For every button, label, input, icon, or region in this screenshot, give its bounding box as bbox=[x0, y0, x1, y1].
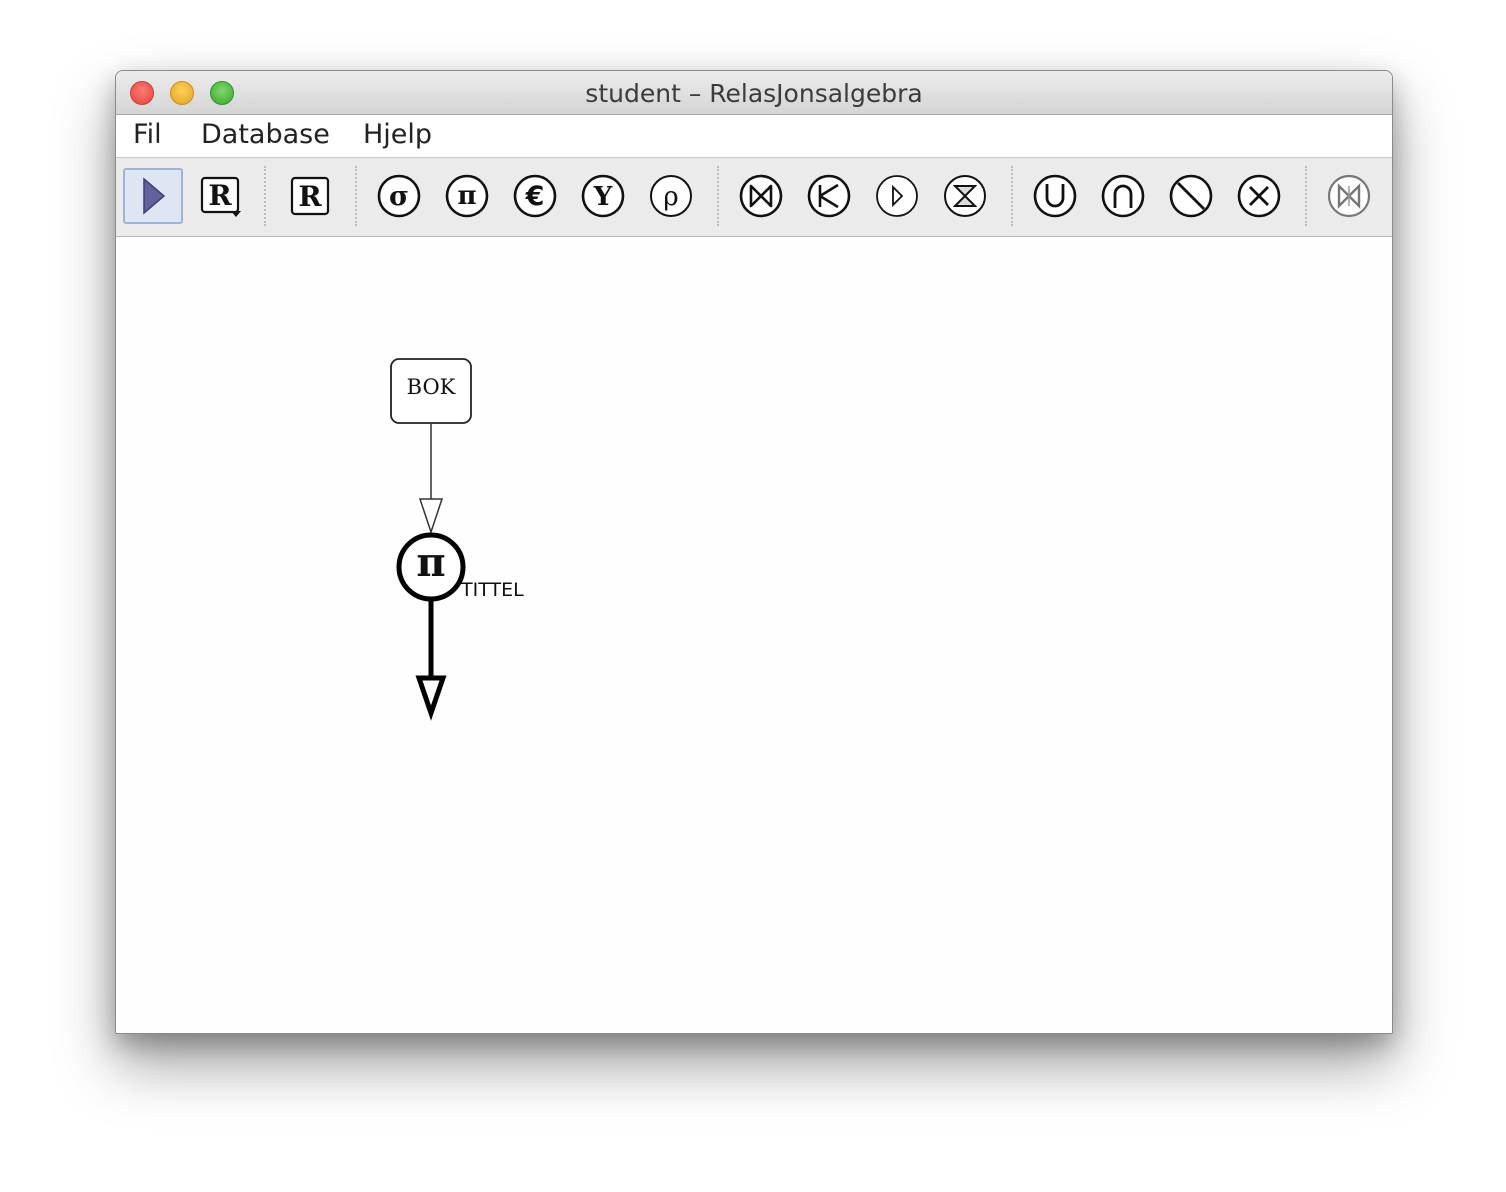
sigma-glyph: σ bbox=[389, 181, 409, 212]
pi-icon: π bbox=[445, 174, 489, 218]
extended-projection-tool-button[interactable]: € bbox=[505, 168, 565, 224]
selection-tool-button[interactable]: σ bbox=[369, 168, 429, 224]
pointer-arrow-icon bbox=[143, 177, 166, 215]
gamma-icon: Y bbox=[581, 174, 625, 218]
projection-attribute-label: TITTEL bbox=[461, 579, 524, 601]
menu-fil[interactable]: Fil bbox=[133, 119, 162, 150]
rho-icon: ρ bbox=[650, 175, 692, 217]
left-semijoin-tool-button[interactable] bbox=[799, 168, 859, 224]
toolbar-separator bbox=[717, 166, 719, 226]
rename-tool-button[interactable]: ρ bbox=[641, 168, 701, 224]
epsilon-icon: € bbox=[513, 174, 557, 218]
menu-bar: Fil Database Hjelp bbox=[116, 115, 1392, 158]
difference-icon bbox=[1169, 174, 1213, 218]
projection-node-symbol: π bbox=[416, 539, 446, 586]
connector-arrowhead[interactable] bbox=[418, 498, 444, 535]
projection-tool-button[interactable]: π bbox=[437, 168, 497, 224]
output-arrowhead[interactable] bbox=[415, 675, 447, 721]
difference-tool-button[interactable] bbox=[1161, 168, 1221, 224]
relation-icon: R bbox=[290, 176, 330, 216]
triangle-icon bbox=[876, 175, 918, 217]
diagram-svg bbox=[390, 358, 472, 721]
menu-hjelp[interactable]: Hjelp bbox=[363, 119, 432, 150]
window-title: student – RelasJonsalgebra bbox=[585, 79, 923, 108]
epsilon-glyph: € bbox=[525, 181, 545, 212]
triangle-tool-button[interactable] bbox=[867, 168, 927, 224]
outer-join-icon bbox=[1327, 174, 1371, 218]
join-icon bbox=[739, 174, 783, 218]
rho-glyph: ρ bbox=[663, 182, 678, 212]
menu-database[interactable]: Database bbox=[201, 119, 330, 150]
union-icon bbox=[1033, 174, 1077, 218]
relation-glyph: R bbox=[208, 179, 232, 212]
gamma-glyph: Y bbox=[593, 182, 613, 212]
division-tool-button[interactable] bbox=[935, 168, 995, 224]
title-bar[interactable]: student – RelasJonsalgebra bbox=[116, 71, 1392, 115]
outer-join-tool-button[interactable] bbox=[1319, 168, 1379, 224]
toolbar-separator bbox=[1305, 166, 1307, 226]
cartesian-product-tool-button[interactable] bbox=[1229, 168, 1289, 224]
relation-node-label: BOK bbox=[406, 375, 456, 399]
intersection-icon bbox=[1101, 174, 1145, 218]
join-tool-button[interactable] bbox=[731, 168, 791, 224]
semijoin-icon bbox=[807, 174, 851, 218]
relation-menu-tool-button[interactable]: R bbox=[191, 168, 251, 224]
sigma-icon: σ bbox=[377, 174, 421, 218]
intersection-tool-button[interactable] bbox=[1093, 168, 1153, 224]
toolbar-separator bbox=[264, 166, 266, 226]
toolbar-separator bbox=[1011, 166, 1013, 226]
select-tool-button[interactable] bbox=[123, 168, 183, 224]
app-window: student – RelasJonsalgebra Fil Database … bbox=[115, 70, 1393, 1034]
toolbar-separator bbox=[355, 166, 357, 226]
toolbar: R R σ π € Y ρ bbox=[116, 158, 1392, 237]
union-tool-button[interactable] bbox=[1025, 168, 1085, 224]
relation-glyph: R bbox=[298, 180, 322, 213]
hourglass-icon bbox=[944, 175, 986, 217]
grouping-tool-button[interactable]: Y bbox=[573, 168, 633, 224]
pi-glyph: π bbox=[457, 181, 476, 211]
relation-tool-button[interactable]: R bbox=[280, 168, 340, 224]
relation-dropdown-icon: R bbox=[200, 176, 241, 217]
diagram-canvas[interactable]: BOK π TITTEL bbox=[116, 237, 1392, 1033]
times-icon bbox=[1237, 174, 1281, 218]
